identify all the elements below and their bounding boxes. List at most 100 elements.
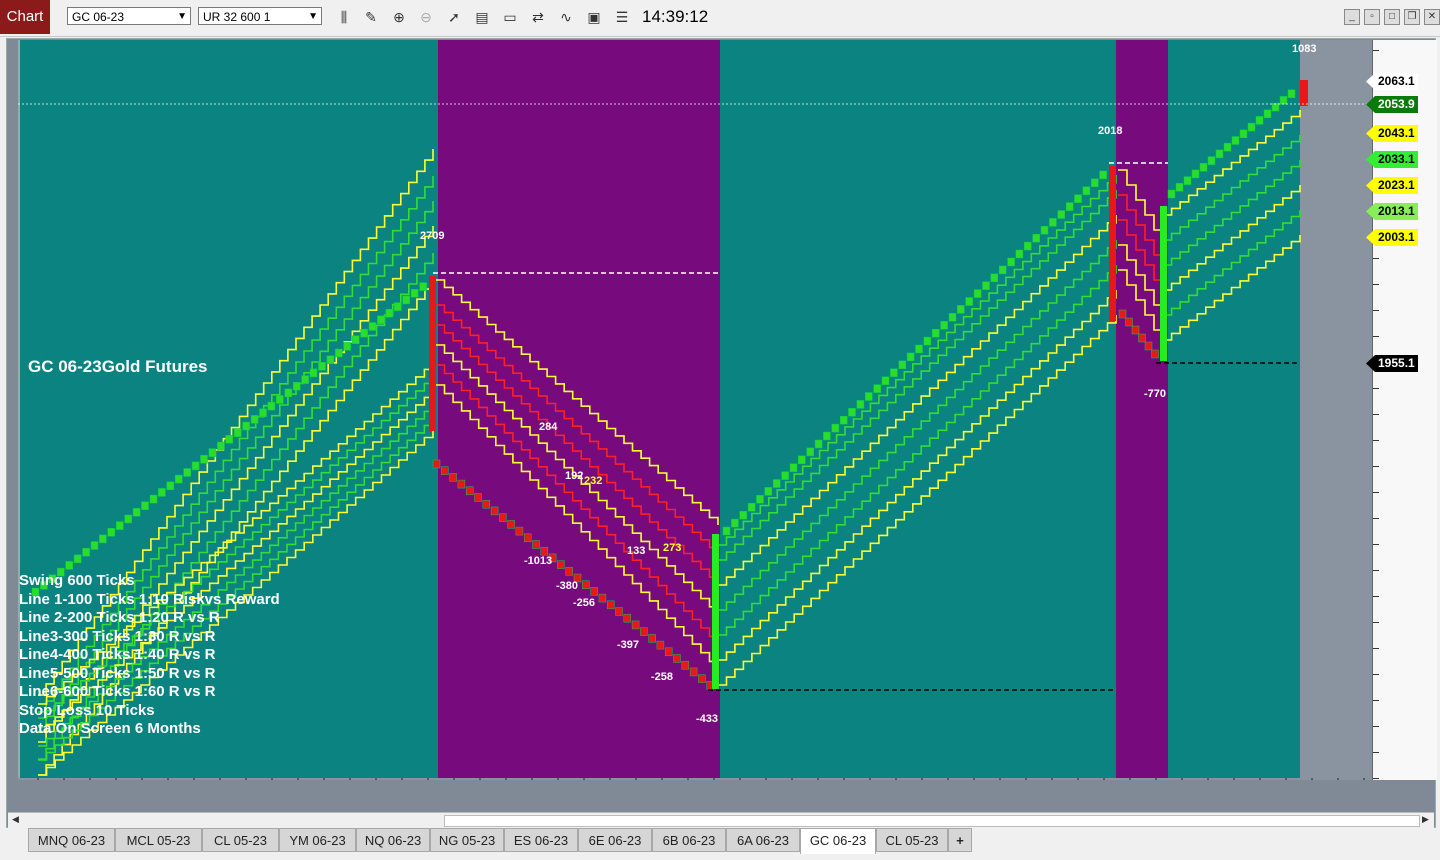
toolbar: Chart GC 06-23 ▼ UR 32 600 1 ▼ ⫼ ✎ ⊕ ⊖ ➚… — [0, 0, 1440, 37]
strategy-icon[interactable]: ▣ — [585, 8, 603, 26]
info-line: Line4-400 Ticks 1:40 R vs R — [19, 646, 216, 663]
maximize-icon[interactable]: □ — [1384, 9, 1400, 25]
bear-brick — [598, 593, 607, 603]
bull-brick — [722, 526, 731, 536]
swing-label: -433 — [696, 713, 719, 725]
instrument-tab[interactable]: ES 06-23 — [504, 828, 578, 852]
bear-brick — [474, 493, 482, 502]
bull-brick — [915, 344, 923, 354]
instrument-tab[interactable]: CL 05-23 — [876, 828, 948, 852]
bull-brick — [1279, 96, 1288, 105]
bull-brick — [1215, 149, 1224, 159]
instrument-tab[interactable]: 6A 06-23 — [726, 828, 800, 852]
bull-brick — [764, 487, 773, 496]
wave-label: 133 — [627, 545, 646, 557]
bull-brick — [1239, 129, 1248, 139]
instrument-tab[interactable]: 6B 06-23 — [652, 828, 726, 852]
instrument-tab[interactable]: 6E 06-23 — [578, 828, 652, 852]
instrument-tab[interactable]: YM 06-23 — [279, 828, 356, 852]
bear-brick — [582, 580, 590, 589]
chart-plot[interactable] — [18, 40, 1372, 780]
zoom-out-icon[interactable]: ⊖ — [417, 8, 435, 26]
indicator-icon[interactable]: ∿ — [557, 8, 575, 26]
scroll-right-icon[interactable]: ▶ — [1422, 814, 1429, 825]
bear-brick — [656, 640, 665, 650]
bull-brick — [957, 305, 965, 314]
minimize-icon[interactable]: _ — [1344, 9, 1360, 25]
data-box-icon[interactable]: ▤ — [473, 8, 491, 26]
purple-region — [1116, 40, 1168, 778]
reversal-bar — [429, 276, 436, 431]
info-line: Swing 600 Ticks — [19, 572, 135, 589]
bull-brick — [881, 376, 890, 385]
bull-brick — [823, 431, 831, 441]
bear-brick — [490, 506, 499, 516]
bull-brick — [90, 541, 99, 550]
bar-type-icon[interactable]: ⫼ — [335, 8, 353, 26]
bear-brick — [557, 560, 565, 569]
price-label: 2063.1 — [1366, 73, 1418, 90]
instrument-tab[interactable]: GC 06-23 — [800, 828, 876, 854]
bar-type-value: UR 32 600 1 — [203, 10, 271, 24]
horizontal-scrollbar[interactable]: ◀ ▶ — [8, 812, 1434, 829]
bull-brick — [242, 421, 250, 431]
zoom-in-icon[interactable]: ⊕ — [390, 8, 408, 26]
chevron-down-icon: ▼ — [177, 11, 187, 22]
y-tick — [1373, 570, 1379, 571]
bull-brick — [931, 328, 940, 338]
instrument-tab[interactable]: MNQ 06-23 — [28, 828, 115, 852]
draw-icon[interactable]: ✎ — [362, 8, 380, 26]
bull-brick — [998, 265, 1007, 275]
bull-brick — [1082, 186, 1091, 195]
bull-brick — [419, 282, 427, 291]
bull-brick — [183, 468, 191, 477]
bear-brick — [590, 587, 598, 596]
bull-brick — [141, 501, 149, 510]
y-tick — [1373, 518, 1379, 519]
restore-down-icon[interactable]: ❐ — [1404, 9, 1420, 25]
bull-brick — [394, 302, 402, 311]
trade-icon[interactable]: ⇄ — [529, 8, 547, 26]
instrument-selector[interactable]: GC 06-23 ▼ — [67, 7, 191, 25]
bull-brick — [1091, 178, 1099, 188]
cursor-icon[interactable]: ➚ — [445, 8, 463, 26]
bull-brick — [747, 503, 756, 512]
add-tab-button[interactable]: + — [948, 828, 972, 852]
bull-brick — [865, 392, 873, 401]
y-tick — [1373, 700, 1379, 701]
bear-brick — [507, 520, 515, 529]
bull-brick — [798, 455, 806, 465]
bear-brick — [540, 546, 549, 556]
instrument-tab[interactable]: NG 05-23 — [430, 828, 504, 852]
bull-brick — [385, 308, 394, 318]
bull-brick — [1015, 249, 1024, 259]
bull-brick — [873, 384, 881, 393]
bull-brick — [1183, 176, 1192, 185]
teal-region — [720, 40, 1116, 778]
bull-brick — [781, 471, 789, 480]
bull-brick — [1065, 202, 1074, 211]
bear-brick — [565, 567, 573, 576]
scroll-left-icon[interactable]: ◀ — [12, 814, 19, 825]
bear-brick — [664, 647, 673, 657]
bar-type-selector[interactable]: UR 32 600 1 ▼ — [198, 7, 322, 25]
bull-brick — [1099, 170, 1107, 180]
wave-label: -397 — [617, 639, 640, 651]
instrument-tab[interactable]: MCL 05-23 — [115, 828, 202, 852]
y-tick — [1373, 752, 1379, 753]
properties-icon[interactable]: ▭ — [501, 8, 519, 26]
bear-brick — [482, 499, 491, 509]
bull-brick — [309, 368, 318, 378]
bull-brick — [124, 514, 132, 524]
bull-brick — [965, 297, 973, 306]
instrument-tab[interactable]: NQ 06-23 — [356, 828, 430, 852]
restore-icon[interactable]: ▫ — [1364, 9, 1380, 25]
scroll-thumb[interactable] — [444, 815, 1420, 827]
y-tick — [1373, 596, 1379, 597]
chart-list-icon[interactable]: ☰ — [613, 8, 631, 26]
bull-brick — [906, 352, 915, 362]
bull-brick — [107, 528, 116, 537]
bear-brick — [499, 513, 507, 522]
close-icon[interactable]: ✕ — [1424, 9, 1440, 25]
instrument-tab[interactable]: CL 05-23 — [202, 828, 279, 852]
